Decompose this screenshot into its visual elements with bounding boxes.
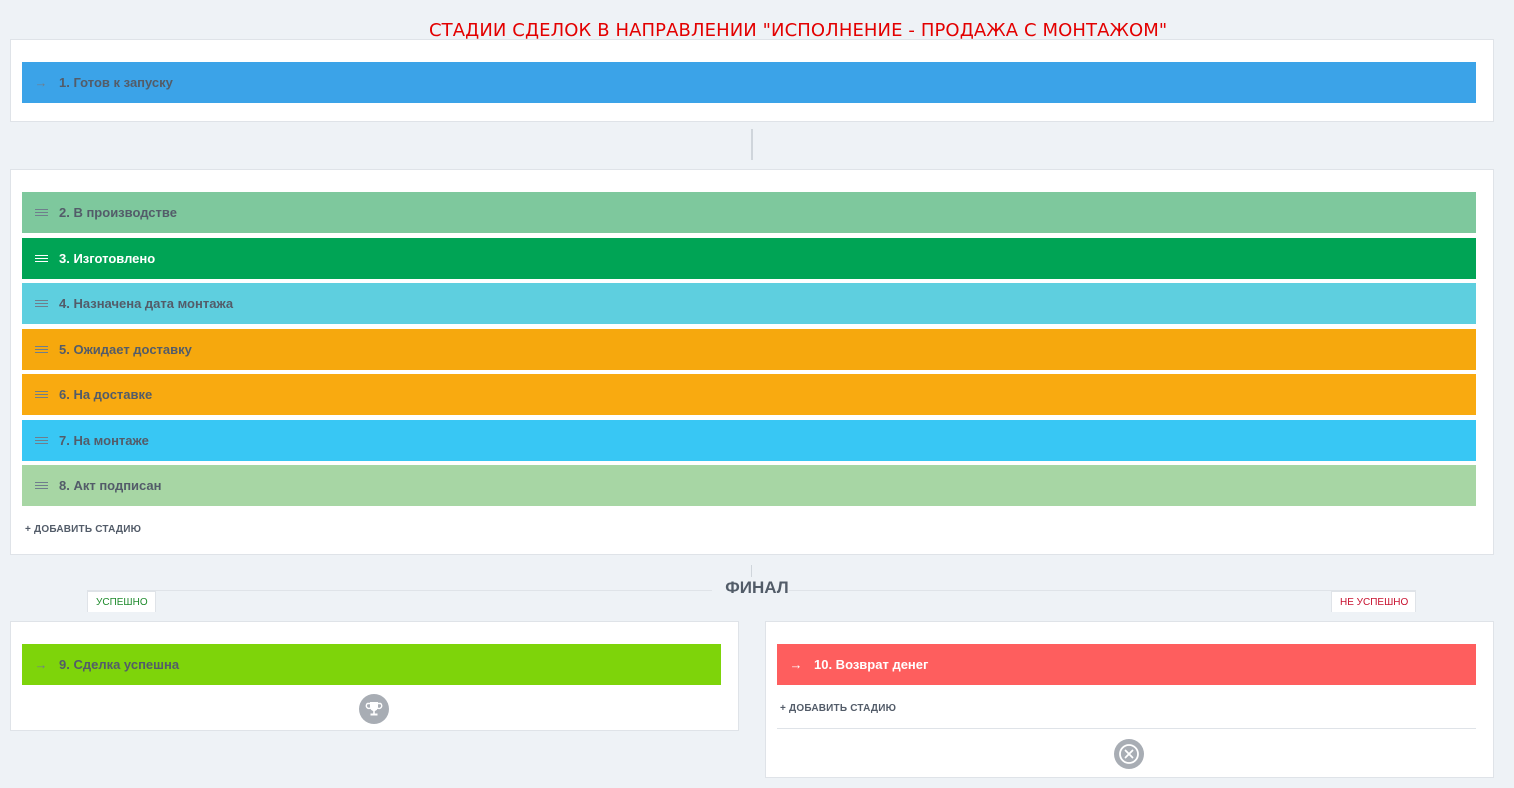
drag-handle-icon[interactable] xyxy=(34,253,48,264)
connector-line xyxy=(751,129,753,160)
stage-label: 3. Изготовлено xyxy=(59,250,156,266)
fail-divider xyxy=(777,728,1476,729)
stage-row[interactable]: 4. Назначена дата монтажа xyxy=(22,283,1476,324)
annotation-title: СТАДИИ СДЕЛОК В НАПРАВЛЕНИИ "ИСПОЛНЕНИЕ … xyxy=(429,20,1168,41)
drag-handle-icon[interactable] xyxy=(34,298,48,309)
add-stage-button[interactable]: + ДОБАВИТЬ СТАДИЮ xyxy=(25,524,141,535)
arrow-right-icon: → xyxy=(34,657,48,672)
stage-fail[interactable]: → 10. Возврат денег xyxy=(777,644,1476,685)
tab-fail: НЕ УСПЕШНО xyxy=(1331,591,1417,612)
stage-label: 9. Сделка успешна xyxy=(59,657,180,672)
stage-label: 5. Ожидает доставку xyxy=(59,341,192,357)
stage-label: 2. В производстве xyxy=(59,205,177,220)
trophy-icon[interactable] xyxy=(359,694,389,724)
stage-label: 1. Готов к запуску xyxy=(59,75,173,90)
final-title: ФИНАЛ xyxy=(725,578,789,597)
drag-handle-icon[interactable] xyxy=(34,389,48,400)
drag-handle-icon[interactable] xyxy=(34,435,48,446)
arrow-right-icon: → xyxy=(34,75,48,90)
stage-row[interactable]: 6. На доставке xyxy=(22,374,1476,415)
drag-handle-icon[interactable] xyxy=(34,344,48,355)
drag-handle-icon[interactable] xyxy=(34,207,48,218)
tab-success: УСПЕШНО xyxy=(87,591,156,612)
stage-label: 7. На монтаже xyxy=(59,432,149,448)
stage-row[interactable]: 2. В производстве xyxy=(22,192,1476,233)
stage-row[interactable]: 7. На монтаже xyxy=(22,419,1476,461)
stage-first[interactable]: → 1. Готов к запуску xyxy=(22,62,1476,103)
stage-label: 10. Возврат денег xyxy=(814,657,929,672)
stage-row[interactable]: 8. Акт подписан xyxy=(22,465,1476,506)
arrow-right-icon: → xyxy=(789,657,803,672)
stage-success[interactable]: → 9. Сделка успешна xyxy=(22,644,721,685)
stage-label: 8. Акт подписан xyxy=(59,478,162,493)
drag-handle-icon[interactable] xyxy=(34,480,48,491)
stage-row[interactable]: 3. Изготовлено xyxy=(22,237,1476,279)
add-fail-stage-button[interactable]: + ДОБАВИТЬ СТАДИЮ xyxy=(780,703,896,714)
stage-label: 6. На доставке xyxy=(59,387,153,402)
stage-row[interactable]: 5. Ожидает доставку xyxy=(22,328,1476,370)
stage-label: 4. Назначена дата монтажа xyxy=(59,296,234,311)
connector-line xyxy=(751,565,752,577)
close-circle-icon[interactable] xyxy=(1114,739,1144,769)
